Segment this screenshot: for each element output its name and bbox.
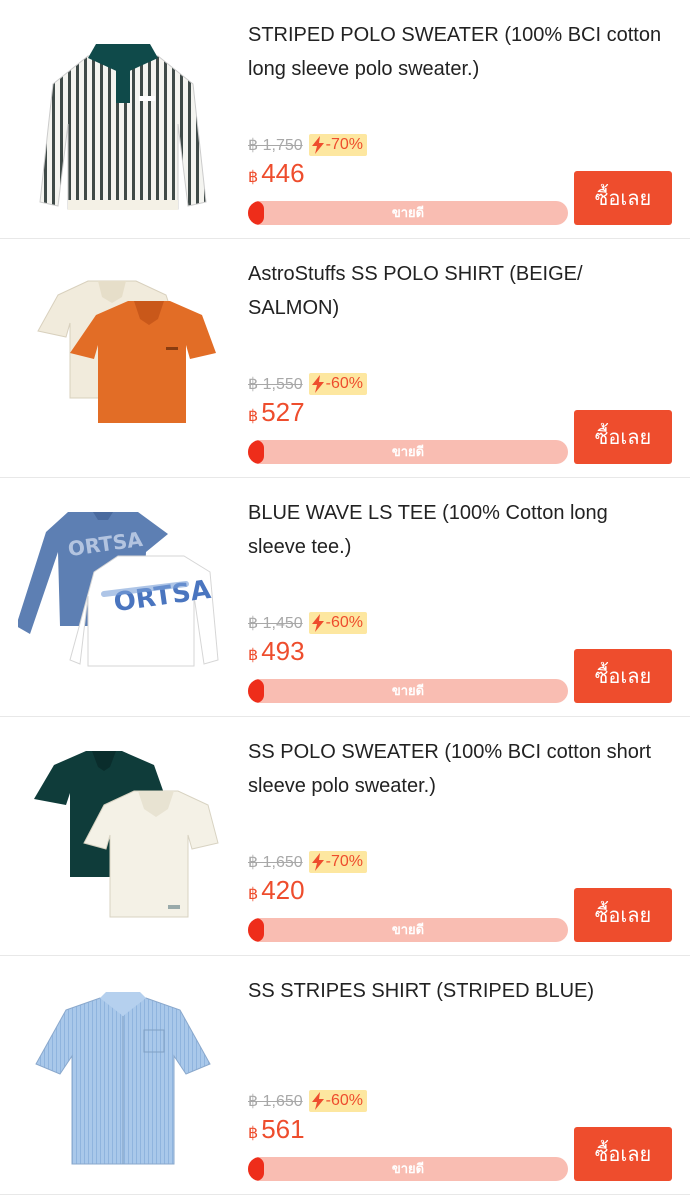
price-value: 527: [261, 397, 305, 427]
sales-progress-bar: ขายดี: [248, 679, 568, 703]
product-item[interactable]: STRIPED POLO SWEATER (100% BCI cotton lo…: [0, 0, 690, 239]
product-title[interactable]: BLUE WAVE LS TEE (100% Cotton long sleev…: [248, 496, 666, 564]
product-image-striped-polo-sweater[interactable]: [18, 14, 228, 224]
discount-text: -70%: [325, 853, 364, 870]
currency-symbol: ฿: [248, 886, 259, 903]
lightning-icon: [311, 1092, 324, 1110]
discount-badge: -70%: [308, 851, 368, 873]
original-price: ฿ 1,650: [248, 1093, 303, 1110]
discount-badge: -60%: [308, 1090, 368, 1112]
product-item[interactable]: ORTSA ORTSA BLUE WAVE LS TEE (100% Cotto…: [0, 478, 690, 717]
buy-now-button[interactable]: ซื้อเลย: [574, 649, 672, 703]
discount-badge: -70%: [308, 134, 368, 156]
discount-badge: -60%: [308, 612, 368, 634]
lightning-icon: [311, 853, 324, 871]
product-item[interactable]: SS STRIPES SHIRT (STRIPED BLUE) ฿ 1,650 …: [0, 956, 690, 1195]
original-price: ฿ 1,650: [248, 854, 303, 871]
product-list: STRIPED POLO SWEATER (100% BCI cotton lo…: [0, 0, 690, 1195]
price-value: 493: [261, 636, 305, 666]
sales-progress-bar: ขายดี: [248, 918, 568, 942]
current-price: ฿ 527: [248, 397, 305, 428]
price-row-original: ฿ 1,750 -70%: [248, 134, 368, 156]
current-price: ฿ 420: [248, 875, 305, 906]
product-image-ss-polo-sweater[interactable]: [18, 731, 228, 941]
currency-symbol: ฿: [248, 647, 259, 664]
price-row-original: ฿ 1,550 -60%: [248, 373, 368, 395]
buy-now-button[interactable]: ซื้อเลย: [574, 888, 672, 942]
current-price: ฿ 561: [248, 1114, 305, 1145]
product-image-ss-polo-shirt[interactable]: [18, 253, 228, 463]
discount-text: -60%: [325, 375, 364, 392]
sales-progress-bar: ขายดี: [248, 440, 568, 464]
price-value: 446: [261, 158, 305, 188]
discount-text: -60%: [325, 614, 364, 631]
lightning-icon: [311, 614, 324, 632]
discount-text: -70%: [325, 136, 364, 153]
product-image-blue-wave-ls-tee[interactable]: ORTSA ORTSA: [18, 492, 228, 702]
product-image-ss-stripes-shirt[interactable]: [18, 970, 228, 1180]
currency-symbol: ฿: [248, 408, 259, 425]
lightning-icon: [311, 375, 324, 393]
sales-progress-label: ขายดี: [391, 205, 425, 220]
price-value: 420: [261, 875, 305, 905]
lightning-icon: [311, 136, 324, 154]
original-price: ฿ 1,550: [248, 376, 303, 393]
current-price: ฿ 493: [248, 636, 305, 667]
product-title[interactable]: SS STRIPES SHIRT (STRIPED BLUE): [248, 974, 666, 1008]
sales-progress-label: ขายดี: [391, 1161, 425, 1176]
current-price: ฿ 446: [248, 158, 305, 189]
product-title[interactable]: SS POLO SWEATER (100% BCI cotton short s…: [248, 735, 666, 803]
original-price: ฿ 1,750: [248, 137, 303, 154]
buy-now-button[interactable]: ซื้อเลย: [574, 171, 672, 225]
product-title[interactable]: AstroStuffs SS POLO SHIRT (BEIGE/ SALMON…: [248, 257, 666, 325]
buy-now-button[interactable]: ซื้อเลย: [574, 410, 672, 464]
price-row-original: ฿ 1,650 -60%: [248, 1090, 368, 1112]
currency-symbol: ฿: [248, 169, 259, 186]
buy-now-button[interactable]: ซื้อเลย: [574, 1127, 672, 1181]
currency-symbol: ฿: [248, 1125, 259, 1142]
sales-progress-bar: ขายดี: [248, 1157, 568, 1181]
sales-progress-label: ขายดี: [391, 922, 425, 937]
discount-text: -60%: [325, 1092, 364, 1109]
product-title[interactable]: STRIPED POLO SWEATER (100% BCI cotton lo…: [248, 18, 666, 86]
sales-progress-label: ขายดี: [391, 683, 425, 698]
sales-progress-label: ขายดี: [391, 444, 425, 459]
product-item[interactable]: SS POLO SWEATER (100% BCI cotton short s…: [0, 717, 690, 956]
sales-progress-bar: ขายดี: [248, 201, 568, 225]
original-price: ฿ 1,450: [248, 615, 303, 632]
discount-badge: -60%: [308, 373, 368, 395]
price-row-original: ฿ 1,650 -70%: [248, 851, 368, 873]
price-value: 561: [261, 1114, 305, 1144]
product-item[interactable]: AstroStuffs SS POLO SHIRT (BEIGE/ SALMON…: [0, 239, 690, 478]
price-row-original: ฿ 1,450 -60%: [248, 612, 368, 634]
